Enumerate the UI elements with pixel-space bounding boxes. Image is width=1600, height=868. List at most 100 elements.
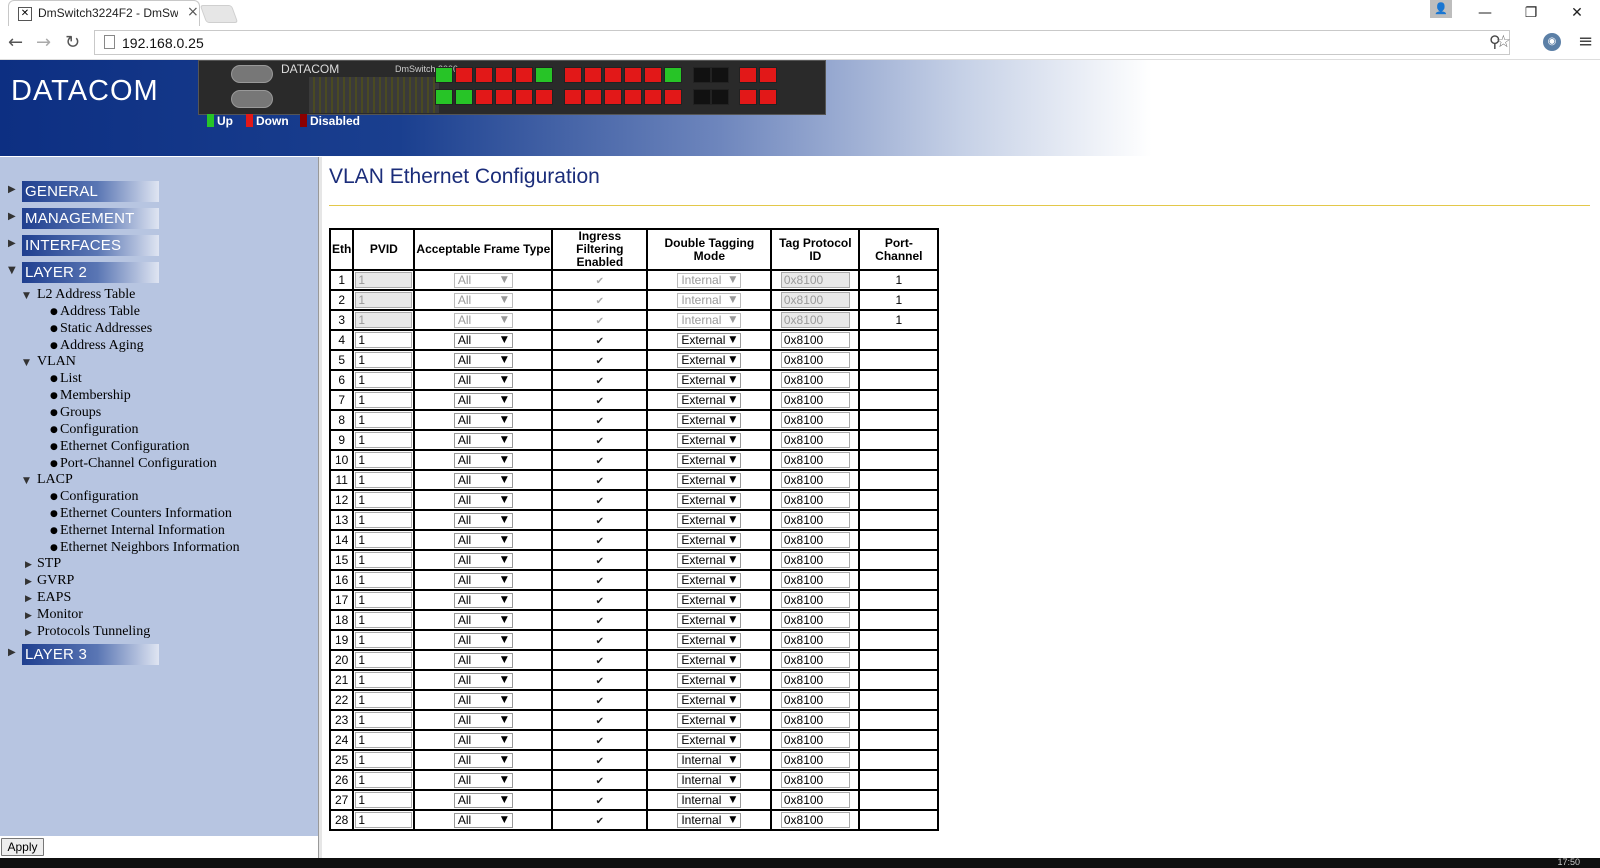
frame-type-select[interactable]: All ▼ xyxy=(453,752,513,768)
sidebar-item-stp[interactable]: STP xyxy=(37,556,61,572)
port-up-icon[interactable] xyxy=(664,67,682,83)
pvid-input[interactable]: 1 xyxy=(355,552,413,568)
double-tag-select[interactable]: External ▼ xyxy=(677,732,742,748)
frame-type-select[interactable]: All ▼ xyxy=(453,492,513,508)
minimize-button[interactable]: — xyxy=(1462,0,1508,26)
double-tag-select[interactable]: External ▼ xyxy=(677,692,742,708)
tpid-input[interactable]: 0x8100 xyxy=(780,472,850,488)
double-tag-select[interactable]: External ▼ xyxy=(677,372,742,388)
pvid-input[interactable]: 1 xyxy=(355,432,413,448)
port-dis-icon[interactable] xyxy=(693,89,711,105)
ingress-checkbox[interactable]: ✔ xyxy=(596,576,604,587)
tpid-input[interactable]: 0x8100 xyxy=(780,572,850,588)
tpid-input[interactable]: 0x8100 xyxy=(780,512,850,528)
pvid-input[interactable]: 1 xyxy=(355,812,413,828)
double-tag-select[interactable]: External ▼ xyxy=(677,672,742,688)
sidebar-item-monitor[interactable]: Monitor xyxy=(37,607,83,623)
double-tag-select[interactable]: External ▼ xyxy=(677,352,742,368)
ingress-checkbox[interactable]: ✔ xyxy=(596,656,604,667)
pvid-input[interactable]: 1 xyxy=(355,612,413,628)
port-down-icon[interactable] xyxy=(495,67,513,83)
tpid-input[interactable]: 0x8100 xyxy=(780,792,850,808)
sidebar-item-lacp[interactable]: LACP xyxy=(37,472,73,488)
double-tag-select[interactable]: Internal ▼ xyxy=(677,812,742,828)
sidebar-item-static-addresses[interactable]: Static Addresses xyxy=(60,321,152,337)
double-tag-select[interactable]: External ▼ xyxy=(677,632,742,648)
port-down-icon[interactable] xyxy=(584,67,602,83)
double-tag-select[interactable]: External ▼ xyxy=(677,492,742,508)
hamburger-menu-icon[interactable]: ≡ xyxy=(1578,31,1593,52)
sidebar-item-vlan-membership[interactable]: Membership xyxy=(60,388,131,404)
tab-close-icon[interactable]: × xyxy=(187,4,199,20)
pvid-input[interactable]: 1 xyxy=(355,732,413,748)
tpid-input[interactable]: 0x8100 xyxy=(780,732,850,748)
frame-type-select[interactable]: All ▼ xyxy=(453,452,513,468)
window-close-button[interactable]: ✕ xyxy=(1554,0,1600,26)
frame-type-select[interactable]: All ▼ xyxy=(453,392,513,408)
frame-type-select[interactable]: All ▼ xyxy=(453,552,513,568)
pvid-input[interactable]: 1 xyxy=(355,652,413,668)
pvid-input[interactable]: 1 xyxy=(355,412,413,428)
ingress-checkbox[interactable]: ✔ xyxy=(596,556,604,567)
port-down-icon[interactable] xyxy=(739,89,757,105)
frame-type-select[interactable]: All ▼ xyxy=(453,372,513,388)
double-tag-select[interactable]: External ▼ xyxy=(677,512,742,528)
ingress-checkbox[interactable]: ✔ xyxy=(596,676,604,687)
tpid-input[interactable]: 0x8100 xyxy=(780,672,850,688)
port-down-icon[interactable] xyxy=(515,67,533,83)
frame-type-select[interactable]: All ▼ xyxy=(453,712,513,728)
port-down-icon[interactable] xyxy=(564,89,582,105)
ingress-checkbox[interactable]: ✔ xyxy=(596,376,604,387)
frame-type-select[interactable]: All ▼ xyxy=(453,692,513,708)
arrow-left-icon[interactable]: ← xyxy=(8,32,23,53)
tpid-input[interactable]: 0x8100 xyxy=(780,652,850,668)
pvid-input[interactable]: 1 xyxy=(355,792,413,808)
address-bar[interactable]: 192.168.0.25 ⚲ ☆ xyxy=(94,30,1511,55)
sidebar-item-address-table[interactable]: Address Table xyxy=(60,304,140,320)
ingress-checkbox[interactable]: ✔ xyxy=(596,716,604,727)
double-tag-select[interactable]: External ▼ xyxy=(677,532,742,548)
tpid-input[interactable]: 0x8100 xyxy=(780,432,850,448)
tpid-input[interactable]: 0x8100 xyxy=(780,492,850,508)
pvid-input[interactable]: 1 xyxy=(355,532,413,548)
arrow-right-icon[interactable]: → xyxy=(36,32,51,53)
frame-type-select[interactable]: All ▼ xyxy=(453,612,513,628)
sidebar-item-lacp-counters[interactable]: Ethernet Counters Information xyxy=(60,506,232,522)
pvid-input[interactable]: 1 xyxy=(355,712,413,728)
pvid-input[interactable]: 1 xyxy=(355,352,413,368)
ingress-checkbox[interactable]: ✔ xyxy=(596,736,604,747)
port-down-icon[interactable] xyxy=(624,89,642,105)
port-up-icon[interactable] xyxy=(435,89,453,105)
ingress-checkbox[interactable]: ✔ xyxy=(596,596,604,607)
sidebar-item-vlan-groups[interactable]: Groups xyxy=(60,405,101,421)
ingress-checkbox[interactable]: ✔ xyxy=(596,616,604,627)
double-tag-select[interactable]: External ▼ xyxy=(677,412,742,428)
sidebar-item-vlan-configuration[interactable]: Configuration xyxy=(60,422,139,438)
tpid-input[interactable]: 0x8100 xyxy=(780,412,850,428)
sidebar-item-vlan-ethernet-configuration[interactable]: Ethernet Configuration xyxy=(60,439,189,455)
sidebar-category-layer2[interactable]: LAYER 2 xyxy=(22,262,159,283)
port-down-icon[interactable] xyxy=(564,67,582,83)
tpid-input[interactable]: 0x8100 xyxy=(780,352,850,368)
frame-type-select[interactable]: All ▼ xyxy=(453,672,513,688)
double-tag-select[interactable]: External ▼ xyxy=(677,332,742,348)
double-tag-select[interactable]: External ▼ xyxy=(677,712,742,728)
ingress-checkbox[interactable]: ✔ xyxy=(596,456,604,467)
port-dis-icon[interactable] xyxy=(711,89,729,105)
pvid-input[interactable]: 1 xyxy=(355,492,413,508)
pvid-input[interactable]: 1 xyxy=(355,672,413,688)
frame-type-select[interactable]: All ▼ xyxy=(453,532,513,548)
port-down-icon[interactable] xyxy=(515,89,533,105)
pvid-input[interactable]: 1 xyxy=(355,372,413,388)
double-tag-select[interactable]: Internal ▼ xyxy=(677,752,742,768)
port-down-icon[interactable] xyxy=(604,89,622,105)
sidebar-item-gvrp[interactable]: GVRP xyxy=(37,573,74,589)
ingress-checkbox[interactable]: ✔ xyxy=(596,776,604,787)
tpid-input[interactable]: 0x8100 xyxy=(780,552,850,568)
ingress-checkbox[interactable]: ✔ xyxy=(596,336,604,347)
double-tag-select[interactable]: External ▼ xyxy=(677,392,742,408)
frame-type-select[interactable]: All ▼ xyxy=(453,332,513,348)
double-tag-select[interactable]: External ▼ xyxy=(677,452,742,468)
restore-button[interactable]: ❐ xyxy=(1508,0,1554,26)
star-icon[interactable]: ☆ xyxy=(1496,32,1511,52)
